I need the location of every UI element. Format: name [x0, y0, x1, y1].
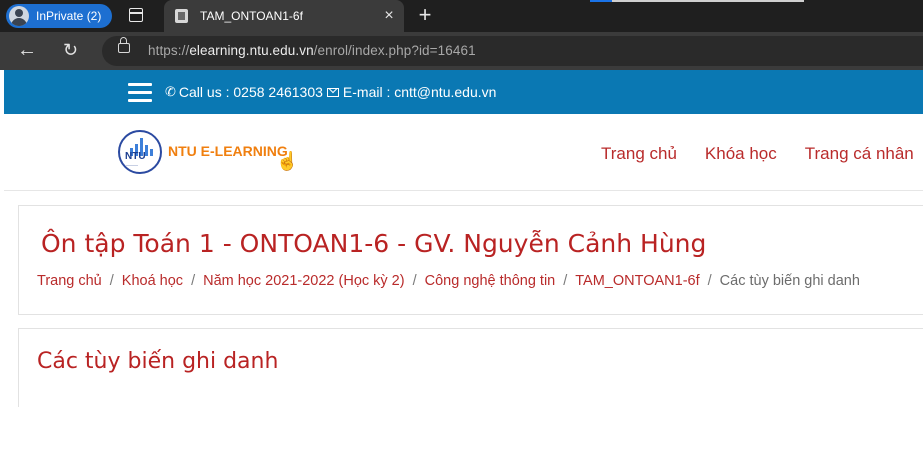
page-favicon-icon [175, 9, 188, 23]
site-topbar: ✆ Call us : 0258 2461303 E-mail : cntt@n… [4, 70, 923, 114]
course-header-card: Ôn tập Toán 1 - ONTOAN1-6 - GV. Nguyễn C… [18, 205, 923, 315]
url-host: elearning.ntu.edu.vn [189, 43, 314, 58]
window-edge-accent [590, 0, 612, 2]
menu-icon[interactable] [128, 83, 152, 102]
phone-icon: ✆ [165, 84, 176, 99]
url-prefix: https:// [148, 43, 190, 58]
contact-info: ✆ Call us : 0258 2461303 E-mail : cntt@n… [165, 84, 496, 100]
breadcrumb-item-course[interactable]: TAM_ONTOAN1-6f [575, 273, 699, 289]
breadcrumb-separator: / [191, 273, 196, 289]
breadcrumb-item-department[interactable]: Công nghệ thông tin [425, 273, 556, 289]
breadcrumb-separator: / [707, 273, 712, 289]
url-path: /enrol/index.php?id=16461 [313, 43, 476, 58]
tab-title: TAM_ONTOAN1-6f [200, 9, 303, 23]
nav-item-profile[interactable]: Trang cá nhân [805, 144, 914, 164]
main-nav: Trang chủ Khóa học Trang cá nhân [601, 144, 923, 164]
breadcrumb-current: Các tùy biến ghi danh [719, 273, 860, 289]
ntu-logo-icon: NTU ——— [118, 130, 162, 174]
profile-avatar-icon [9, 6, 29, 26]
nav-item-courses[interactable]: Khóa học [705, 144, 777, 164]
contact-phone: Call us : 0258 2461303 [178, 84, 323, 100]
back-arrow-icon[interactable]: ← [17, 39, 37, 61]
pointing-hand-icon: ☝ [276, 151, 299, 171]
browser-toolbar: ← ↻ https://elearning.ntu.edu.vn/enrol/i… [0, 32, 923, 70]
course-title: Ôn tập Toán 1 - ONTOAN1-6 - GV. Nguyễn C… [41, 229, 707, 258]
inprivate-label: InPrivate (2) [36, 9, 102, 23]
breadcrumb-item-courses[interactable]: Khoá học [122, 273, 183, 289]
tab-actions-icon[interactable] [129, 8, 143, 22]
contact-email: E-mail : cntt@ntu.edu.vn [342, 84, 497, 100]
breadcrumb-separator: / [412, 273, 417, 289]
site-header: NTU ——— NTU E-LEARNING ☝ Trang chủ Khóa … [4, 114, 923, 191]
breadcrumb-separator: / [109, 273, 114, 289]
section-title: Các tùy biến ghi danh [37, 349, 279, 374]
browser-tab-strip: InPrivate (2) TAM_ONTOAN1-6f × + [0, 0, 923, 32]
web-page: ✆ Call us : 0258 2461303 E-mail : cntt@n… [4, 70, 923, 407]
breadcrumb-separator: / [563, 273, 568, 289]
logo-text: NTU E-LEARNING [168, 143, 288, 159]
logo-subtext-mark: ——— [126, 162, 138, 167]
breadcrumb-item-home[interactable]: Trang chủ [37, 273, 102, 289]
breadcrumb-item-year[interactable]: Năm học 2021-2022 (Học kỳ 2) [203, 273, 405, 289]
url-text[interactable]: https://elearning.ntu.edu.vn/enrol/index… [148, 43, 476, 58]
nav-item-home[interactable]: Trang chủ [601, 144, 677, 164]
enrolment-card: Các tùy biến ghi danh [18, 328, 923, 407]
reload-icon[interactable]: ↻ [63, 39, 78, 61]
screenshot: InPrivate (2) TAM_ONTOAN1-6f × + ← ↻ htt… [0, 0, 923, 407]
breadcrumb: Trang chủ / Khoá học / Năm học 2021-2022 (Họ… [37, 273, 860, 289]
browser-tab[interactable]: TAM_ONTOAN1-6f × [164, 0, 404, 32]
logo-badge: NTU [125, 151, 146, 162]
inprivate-profile-button[interactable]: InPrivate (2) [6, 4, 112, 28]
window-edge [590, 0, 804, 2]
site-logo[interactable]: NTU ——— NTU E-LEARNING ☝ [118, 130, 308, 178]
close-tab-icon[interactable]: × [380, 6, 398, 26]
envelope-icon [326, 87, 339, 97]
new-tab-icon[interactable]: + [415, 4, 435, 26]
lock-icon[interactable] [118, 37, 130, 53]
